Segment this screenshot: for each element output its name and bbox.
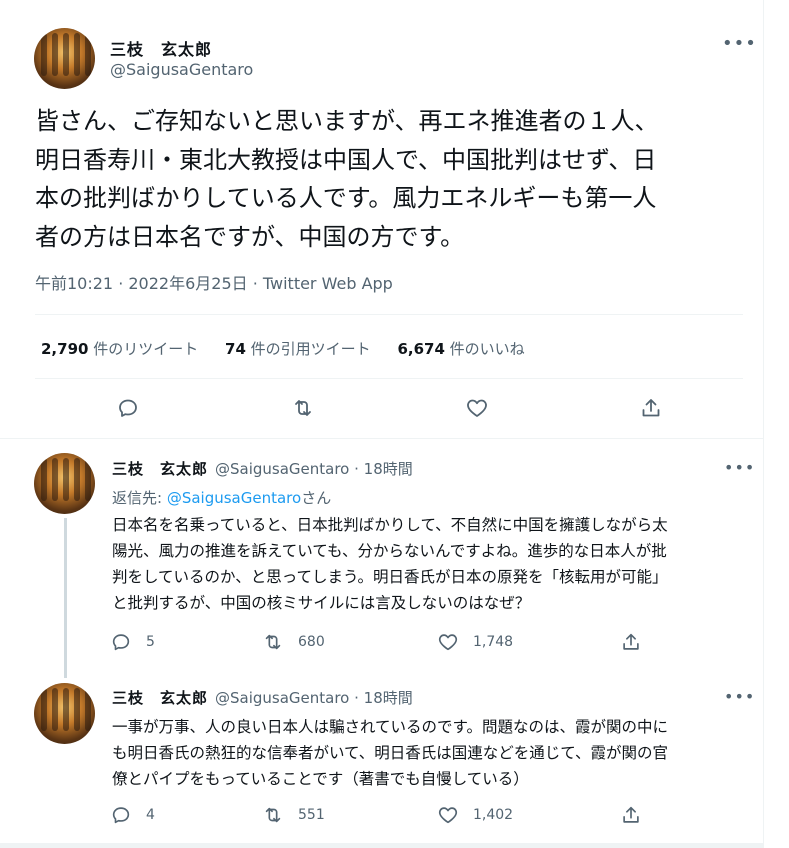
- main-tweet-timestamp[interactable]: 午前10:21 · 2022年6月25日 · Twitter Web App: [35, 270, 393, 294]
- reply-to-handle-link[interactable]: @SaigusaGentaro: [167, 489, 301, 507]
- retweets-stat[interactable]: 2,790 件のリツイート: [41, 338, 198, 359]
- share-icon: [623, 633, 639, 650]
- retweet-icon: [265, 634, 281, 650]
- more-horizontal-icon[interactable]: •••: [724, 458, 755, 477]
- reply-to-line: 返信先: @SaigusaGentaroさん: [112, 489, 332, 507]
- reply-button[interactable]: 5: [110, 631, 155, 653]
- section-divider: [0, 438, 764, 439]
- reply-avatar[interactable]: [34, 453, 95, 514]
- more-horizontal-icon[interactable]: •••: [724, 687, 755, 706]
- heart-icon[interactable]: [465, 396, 489, 420]
- share-button[interactable]: [620, 804, 656, 826]
- retweet-count: 551: [298, 807, 325, 823]
- main-avatar[interactable]: [34, 28, 95, 89]
- like-button[interactable]: 1,748: [437, 631, 513, 653]
- more-horizontal-icon[interactable]: •••: [722, 33, 757, 54]
- retweet-count: 680: [298, 634, 325, 650]
- retweet-button[interactable]: 680: [262, 631, 325, 653]
- reply-action-bar: 4 551 1,402: [110, 804, 670, 828]
- reply-text: 一事が万事、人の良い日本人は騙されているのです。問題なのは、霞が関の中に も明日…: [112, 718, 668, 788]
- divider: [35, 378, 743, 379]
- divider: [35, 314, 743, 315]
- like-count: 1,748: [473, 634, 514, 650]
- share-icon[interactable]: [639, 396, 663, 420]
- bottom-divider: [0, 843, 764, 848]
- reply-button[interactable]: 4: [110, 804, 155, 826]
- scrollbar-track[interactable]: [764, 0, 789, 848]
- retweet-icon: [265, 807, 281, 823]
- main-action-bar: [0, 396, 764, 424]
- thread-connector-line: [64, 518, 67, 678]
- tweet-thread: 三枝 玄太郎 @SaigusaGentaro ••• 皆さん、ご存知ないと思いま…: [0, 0, 764, 848]
- share-icon: [623, 806, 639, 823]
- like-count: 1,402: [473, 807, 514, 823]
- main-author-name[interactable]: 三枝 玄太郎: [110, 36, 212, 60]
- reply-author-name[interactable]: 三枝 玄太郎: [112, 458, 208, 479]
- reply-avatar[interactable]: [34, 683, 95, 744]
- heart-icon: [438, 634, 458, 651]
- reply-action-bar: 5 680 1,748: [110, 631, 670, 655]
- quotes-stat[interactable]: 74 件の引用ツイート: [225, 338, 371, 359]
- reply-icon: [112, 634, 130, 651]
- engagement-stats: 2,790 件のリツイート 74 件の引用ツイート 6,674 件のいいね: [41, 338, 547, 359]
- reply-author-handle[interactable]: @SaigusaGentaro · 18時間: [215, 687, 413, 708]
- share-button[interactable]: [620, 631, 656, 653]
- reply-author-handle[interactable]: @SaigusaGentaro · 18時間: [215, 458, 413, 479]
- reply-author-name[interactable]: 三枝 玄太郎: [112, 687, 208, 708]
- main-author-handle[interactable]: @SaigusaGentaro: [110, 60, 253, 79]
- main-tweet-text: 皆さん、ご存知ないと思いますが、再エネ推進者の１人、 明日香寿川・東北大教授は中…: [35, 107, 659, 251]
- reply-count: 5: [146, 634, 155, 650]
- likes-stat[interactable]: 6,674 件のいいね: [397, 338, 524, 359]
- retweet-button[interactable]: 551: [262, 804, 325, 826]
- reply-text: 日本名を名乗っていると、日本批判ばかりして、不自然に中国を擁護しながら太 陽光、…: [112, 516, 668, 612]
- reply-icon: [112, 807, 130, 824]
- retweet-icon[interactable]: [291, 396, 315, 420]
- heart-icon: [438, 807, 458, 824]
- reply-icon[interactable]: [116, 396, 140, 420]
- reply-count: 4: [146, 807, 155, 823]
- like-button[interactable]: 1,402: [437, 804, 513, 826]
